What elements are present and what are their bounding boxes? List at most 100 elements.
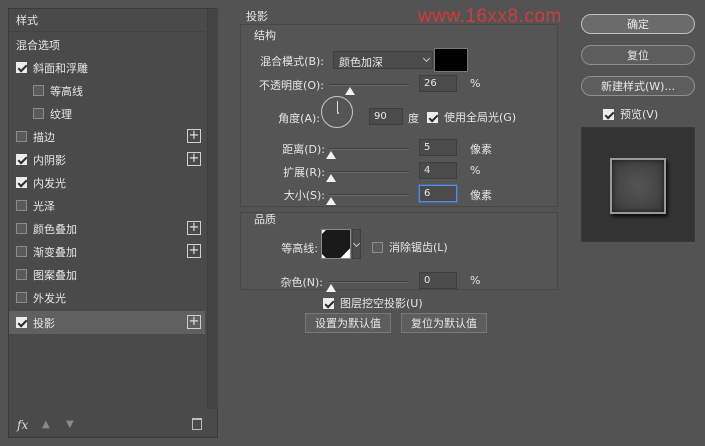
knockout-checkbox[interactable] bbox=[323, 297, 334, 309]
preview-option[interactable]: 预览(V) bbox=[603, 106, 658, 122]
reset-default-button[interactable]: 复位为默认值 bbox=[401, 313, 487, 333]
structure-group: 结构 混合模式(B): 颜色加深 不透明度(O): 26 % 角度(A): 90… bbox=[240, 24, 558, 207]
noise-slider-thumb[interactable] bbox=[326, 284, 336, 292]
style-item-contour[interactable]: 等高线 bbox=[9, 79, 205, 102]
contour-preview[interactable] bbox=[321, 229, 351, 259]
texture-label: 纹理 bbox=[50, 107, 72, 121]
blending-options-item[interactable]: 混合选项 bbox=[9, 33, 205, 56]
style-item-inner-shadow[interactable]: 内阴影 + bbox=[9, 148, 205, 171]
styles-list-scrollbar[interactable] bbox=[207, 9, 218, 409]
opacity-slider-track[interactable] bbox=[329, 84, 409, 86]
angle-dial[interactable] bbox=[321, 96, 353, 128]
stroke-checkbox[interactable] bbox=[16, 131, 27, 142]
antialias-option[interactable]: 消除锯齿(L) bbox=[372, 239, 448, 255]
outer-glow-label: 外发光 bbox=[33, 291, 66, 305]
drop-shadow-checkbox[interactable] bbox=[16, 317, 27, 328]
chevron-down-icon bbox=[422, 54, 431, 63]
styles-header-item[interactable]: 样式 bbox=[9, 9, 205, 32]
move-down-icon[interactable]: ▼ bbox=[66, 419, 74, 430]
styles-header-label: 样式 bbox=[16, 14, 38, 27]
shadow-color-swatch[interactable] bbox=[434, 48, 468, 72]
drop-shadow-add-icon[interactable]: + bbox=[187, 315, 201, 329]
style-item-satin[interactable]: 光泽 bbox=[9, 194, 205, 217]
noise-input[interactable]: 0 bbox=[419, 272, 457, 289]
knockout-option[interactable]: 图层挖空投影(U) bbox=[323, 295, 423, 311]
styles-list-footer: fx ▲ ▼ bbox=[9, 414, 217, 438]
style-item-stroke[interactable]: 描边 + bbox=[9, 125, 205, 148]
blend-mode-select[interactable]: 颜色加深 bbox=[333, 51, 433, 69]
contour-dropdown[interactable] bbox=[352, 229, 361, 259]
style-item-gradient-overlay[interactable]: 渐变叠加 + bbox=[9, 240, 205, 263]
global-light-option[interactable]: 使用全局光(G) bbox=[427, 109, 516, 125]
gradient-overlay-add-icon[interactable]: + bbox=[187, 244, 201, 258]
style-item-inner-glow[interactable]: 内发光 bbox=[9, 171, 205, 194]
distance-label: 距离(D): bbox=[282, 143, 325, 156]
section-title: 投影 bbox=[246, 10, 268, 23]
inner-shadow-add-icon[interactable]: + bbox=[187, 152, 201, 166]
opacity-slider-thumb[interactable] bbox=[344, 87, 355, 95]
reset-button[interactable]: 复位 bbox=[581, 45, 695, 65]
inner-glow-checkbox[interactable] bbox=[16, 177, 27, 188]
opacity-label: 不透明度(O): bbox=[259, 79, 324, 92]
ok-button[interactable]: 确定 bbox=[581, 14, 695, 34]
distance-slider-thumb[interactable] bbox=[326, 151, 336, 159]
quality-group-title: 品质 bbox=[254, 213, 276, 226]
style-item-color-overlay[interactable]: 颜色叠加 + bbox=[9, 217, 205, 240]
move-up-icon[interactable]: ▲ bbox=[42, 419, 50, 430]
pattern-overlay-label: 图案叠加 bbox=[33, 268, 77, 282]
inner-glow-label: 内发光 bbox=[33, 176, 66, 190]
spread-label: 扩展(R): bbox=[283, 166, 325, 179]
contour-checkbox[interactable] bbox=[33, 85, 44, 96]
spread-slider-track[interactable] bbox=[329, 171, 409, 173]
antialias-label: 消除锯齿(L) bbox=[389, 241, 448, 254]
spread-input[interactable]: 4 bbox=[419, 162, 457, 179]
bevel-emboss-label: 斜面和浮雕 bbox=[33, 61, 88, 75]
size-input[interactable]: 6 bbox=[419, 185, 457, 202]
texture-checkbox[interactable] bbox=[33, 108, 44, 119]
inner-shadow-checkbox[interactable] bbox=[16, 154, 27, 165]
style-item-bevel-emboss[interactable]: 斜面和浮雕 bbox=[9, 56, 205, 79]
style-item-drop-shadow[interactable]: 投影 + bbox=[9, 311, 205, 334]
drop-shadow-settings: 投影 www.16xx8.com 结构 混合模式(B): 颜色加深 不透明度(O… bbox=[228, 6, 568, 438]
global-light-checkbox[interactable] bbox=[427, 111, 438, 123]
angle-dial-needle bbox=[337, 101, 338, 112]
outer-glow-checkbox[interactable] bbox=[16, 292, 27, 303]
style-item-outer-glow[interactable]: 外发光 bbox=[9, 286, 205, 309]
bevel-emboss-checkbox[interactable] bbox=[16, 62, 27, 73]
inner-shadow-label: 内阴影 bbox=[33, 153, 66, 167]
preview-checkbox[interactable] bbox=[603, 108, 614, 120]
stroke-label: 描边 bbox=[33, 130, 55, 144]
quality-group: 品质 等高线: 消除锯齿(L) 杂色(N): 0 % bbox=[240, 212, 558, 292]
style-item-pattern-overlay[interactable]: 图案叠加 bbox=[9, 263, 205, 286]
global-light-label: 使用全局光(G) bbox=[444, 111, 517, 124]
satin-label: 光泽 bbox=[33, 199, 55, 213]
size-slider-thumb[interactable] bbox=[326, 197, 336, 205]
color-overlay-label: 颜色叠加 bbox=[33, 222, 77, 236]
structure-group-title: 结构 bbox=[254, 29, 276, 42]
spread-slider-thumb[interactable] bbox=[326, 174, 336, 182]
satin-checkbox[interactable] bbox=[16, 200, 27, 211]
make-default-button[interactable]: 设置为默认值 bbox=[305, 313, 391, 333]
distance-input[interactable]: 5 bbox=[419, 139, 457, 156]
color-overlay-add-icon[interactable]: + bbox=[187, 221, 201, 235]
style-item-texture[interactable]: 纹理 bbox=[9, 102, 205, 125]
color-overlay-checkbox[interactable] bbox=[16, 223, 27, 234]
size-slider-track[interactable] bbox=[329, 194, 409, 196]
noise-label: 杂色(N): bbox=[280, 276, 323, 289]
styles-list-panel: 样式 混合选项 斜面和浮雕 等高线 纹理 描边 + 内阴影 + 内发光 光泽 颜… bbox=[8, 8, 218, 438]
pattern-overlay-checkbox[interactable] bbox=[16, 269, 27, 280]
opacity-input[interactable]: 26 bbox=[419, 75, 457, 92]
antialias-checkbox[interactable] bbox=[372, 241, 383, 253]
angle-label: 角度(A): bbox=[278, 112, 320, 125]
style-preview-swatch bbox=[610, 158, 666, 214]
angle-input[interactable]: 90 bbox=[369, 108, 403, 125]
new-style-button[interactable]: 新建样式(W)... bbox=[581, 76, 695, 96]
distance-unit: 像素 bbox=[470, 143, 492, 156]
size-label: 大小(S): bbox=[283, 189, 325, 202]
fx-icon[interactable]: fx bbox=[17, 418, 28, 432]
gradient-overlay-checkbox[interactable] bbox=[16, 246, 27, 257]
trash-icon[interactable] bbox=[192, 418, 202, 430]
noise-slider-track[interactable] bbox=[329, 281, 409, 283]
stroke-add-icon[interactable]: + bbox=[187, 129, 201, 143]
distance-slider-track[interactable] bbox=[329, 148, 409, 150]
